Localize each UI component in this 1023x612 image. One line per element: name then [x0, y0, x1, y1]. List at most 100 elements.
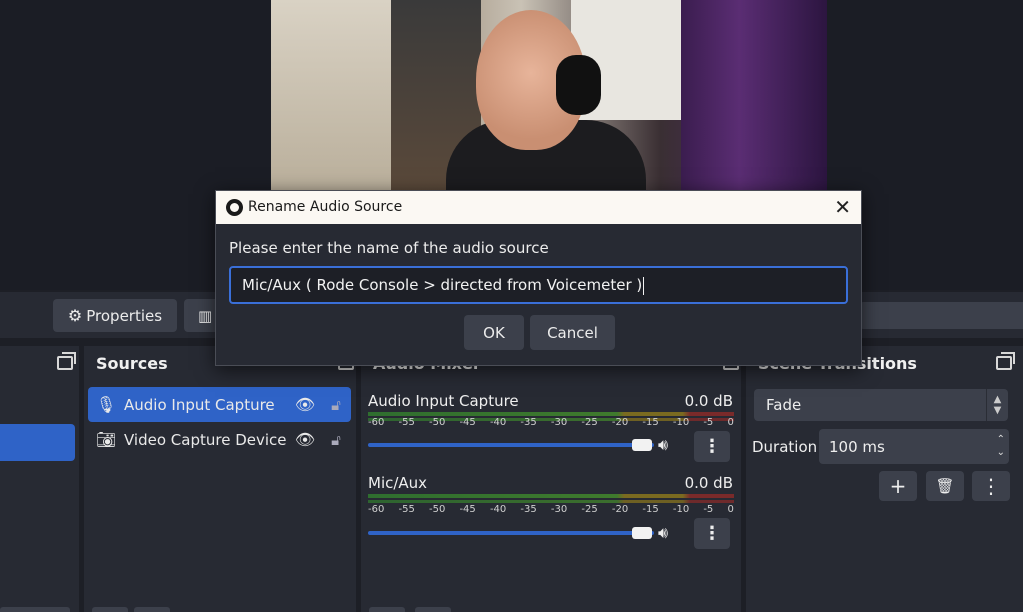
transition-selected-value: Fade — [766, 396, 802, 414]
spin-arrows-icon[interactable]: ⌃ ⌄ — [997, 433, 1005, 459]
unlock-icon[interactable]: 🔓︎ — [321, 431, 351, 449]
kebab-icon: ⋮ — [981, 474, 1001, 498]
meter-tick-label: -40 — [489, 417, 507, 428]
meter-tick-label: -35 — [520, 417, 537, 428]
duration-value: 100 ms — [829, 438, 885, 456]
mixer-footer-stub — [369, 607, 405, 612]
speaker-icon[interactable]: 🔊︎ — [658, 523, 668, 543]
eye-icon[interactable]: 👁︎ — [289, 430, 321, 449]
transition-menu-button[interactable]: ⋮ — [972, 471, 1010, 501]
meter-tick-label: -20 — [611, 417, 629, 428]
rename-audio-source-dialog: Rename Audio Source ✕ Please enter the n… — [215, 190, 862, 366]
source-label: Audio Input Capture — [124, 395, 275, 414]
meter-tick-label: -10 — [672, 417, 690, 428]
meter-tick-label: -15 — [642, 417, 659, 428]
meter-tick-label: -30 — [550, 504, 568, 515]
meter-tick-label: -10 — [672, 504, 690, 515]
video-preview-image — [271, 0, 827, 200]
source-item-audio-input-capture[interactable]: 🎙︎ Audio Input Capture 👁︎ 🔓︎ — [88, 387, 351, 422]
volume-slider[interactable] — [368, 443, 654, 447]
scenes-dock — [0, 346, 79, 612]
meter-ticks: -60 -55 -50 -45 -40 -35 -30 -25 -20 -15 -10 -5 0 — [368, 417, 734, 428]
track-menu-button[interactable]: ⋮ — [694, 431, 730, 462]
meter-ticks: -60 -55 -50 -45 -40 -35 -30 -25 -20 -15 -10 -5 0 — [368, 504, 734, 515]
track-name: Mic/Aux — [368, 474, 428, 492]
dialog-title: Rename Audio Source — [248, 199, 403, 215]
source-name-input[interactable]: Mic/Aux ( Rode Console > directed from V… — [229, 266, 848, 304]
speaker-icon[interactable]: 🔊︎ — [658, 435, 668, 455]
sources-footer-stub — [92, 607, 128, 612]
dialog-prompt: Please enter the name of the audio sourc… — [229, 239, 549, 257]
meter-tick-label: 0 — [727, 417, 734, 428]
updown-arrows-icon: ▲ ▼ — [986, 389, 1008, 421]
obs-logo-icon — [226, 199, 243, 216]
remove-transition-button[interactable]: 🗑︎ — [926, 471, 964, 501]
meter-tick-label: -40 — [489, 504, 507, 515]
meter-tick-label: -35 — [520, 504, 537, 515]
properties-button[interactable]: ⚙ Properties — [53, 299, 177, 332]
add-transition-button[interactable]: + — [879, 471, 917, 501]
volume-meter — [368, 494, 734, 498]
meter-tick-label: -50 — [428, 417, 446, 428]
meter-tick-label: -55 — [398, 417, 415, 428]
dock-float-icon[interactable] — [57, 352, 76, 370]
meter-tick-label: -30 — [550, 417, 568, 428]
meter-tick-label: -25 — [581, 504, 598, 515]
source-label: Video Capture Device — [124, 430, 287, 449]
source-item-video-capture-device[interactable]: 📷︎ Video Capture Device 👁︎ 🔓︎ — [88, 422, 351, 457]
volume-meter — [368, 500, 734, 503]
camera-icon: 📷︎ — [95, 430, 117, 449]
volume-slider-knob[interactable] — [632, 439, 652, 451]
meter-tick-label: -20 — [611, 504, 629, 515]
sources-footer-stub — [134, 607, 170, 612]
audio-mixer-dock: Audio Mixer Audio Input Capture 0.0 dB -… — [361, 346, 742, 612]
duration-spinbox[interactable]: 100 ms ⌃ ⌄ — [819, 429, 1009, 464]
unlock-icon[interactable]: 🔓︎ — [321, 396, 351, 414]
track-menu-button[interactable]: ⋮ — [694, 518, 730, 549]
meter-tick-label: -50 — [428, 504, 446, 515]
meter-tick-label: -60 — [368, 417, 385, 428]
background-wall — [271, 0, 391, 200]
headphones — [556, 55, 601, 115]
dock-float-icon[interactable] — [996, 352, 1015, 370]
toolbar-field[interactable] — [860, 302, 1023, 329]
track-name: Audio Input Capture — [368, 392, 519, 410]
sources-title: Sources — [96, 354, 168, 373]
meter-tick-label: -15 — [642, 504, 659, 515]
meter-tick-label: -5 — [703, 504, 714, 515]
volume-meter — [368, 412, 734, 416]
track-db: 0.0 dB — [684, 474, 733, 492]
text-caret — [643, 276, 645, 295]
person-image — [446, 0, 646, 200]
gear-icon: ⚙ — [67, 306, 83, 325]
background-curtain — [681, 0, 827, 200]
sources-dock: Sources 🎙︎ Audio Input Capture 👁︎ 🔓︎ 📷︎ … — [84, 346, 357, 612]
volume-slider-knob[interactable] — [632, 527, 652, 539]
microphone-icon: 🎙︎ — [95, 395, 117, 414]
track-db: 0.0 dB — [684, 392, 733, 410]
scene-transitions-dock: Scene Transitions Fade ▲▼ Duration 100 m… — [746, 346, 1023, 612]
volume-slider[interactable] — [368, 531, 654, 535]
dialog-titlebar[interactable]: Rename Audio Source ✕ — [216, 191, 861, 224]
transition-select[interactable]: Fade ▲ ▼ — [754, 389, 1008, 421]
meter-tick-label: -45 — [459, 417, 476, 428]
filters-icon: ▥ — [198, 306, 213, 325]
duration-label: Duration — [752, 438, 818, 456]
scenes-footer-stub — [0, 607, 70, 612]
close-icon[interactable]: ✕ — [834, 195, 851, 219]
selected-scene-item[interactable] — [0, 424, 75, 461]
ok-button[interactable]: OK — [464, 315, 524, 350]
meter-tick-label: -5 — [703, 417, 714, 428]
eye-icon[interactable]: 👁︎ — [289, 395, 321, 414]
source-name-value: Mic/Aux ( Rode Console > directed from V… — [242, 276, 643, 294]
mixer-footer-stub — [415, 607, 451, 612]
meter-tick-label: -25 — [581, 417, 598, 428]
properties-label: Properties — [86, 306, 163, 325]
trash-icon: 🗑︎ — [935, 477, 955, 495]
meter-tick-label: 0 — [727, 504, 734, 515]
obs-window: ⚙ Properties ▥ Sources 🎙︎ Audio Input Ca… — [0, 0, 1023, 612]
meter-tick-label: -45 — [459, 504, 476, 515]
cancel-button[interactable]: Cancel — [530, 315, 615, 350]
meter-tick-label: -55 — [398, 504, 415, 515]
meter-tick-label: -60 — [368, 504, 385, 515]
